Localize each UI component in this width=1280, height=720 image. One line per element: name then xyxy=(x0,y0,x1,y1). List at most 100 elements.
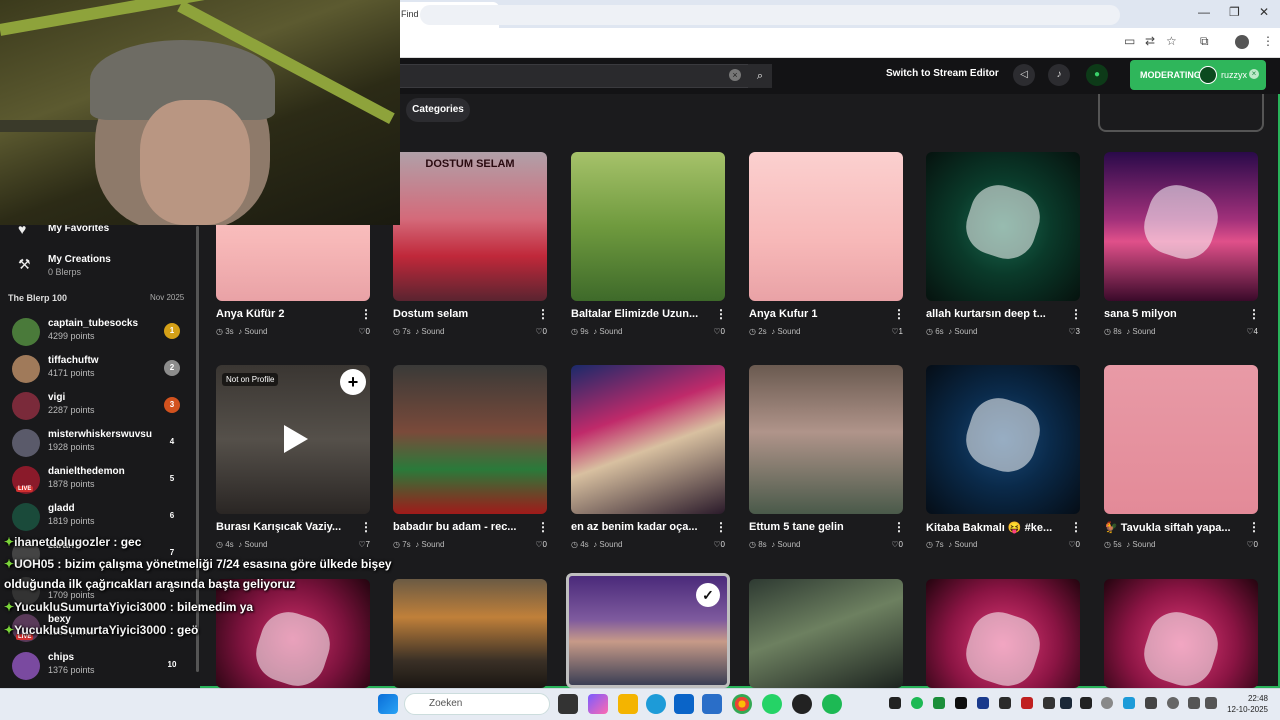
more-options-icon[interactable]: ⋮ xyxy=(360,520,372,534)
card-likes[interactable]: ♡0 xyxy=(881,540,903,549)
tray-icon[interactable] xyxy=(1123,697,1135,709)
obs-icon[interactable] xyxy=(792,694,812,714)
volume-icon[interactable] xyxy=(1205,697,1217,709)
browser-menu-icon[interactable]: ⋮ xyxy=(1262,34,1274,48)
url-field[interactable] xyxy=(420,5,1120,25)
volume-icon[interactable]: ◁ xyxy=(1013,64,1035,86)
tray-steam-icon[interactable] xyxy=(1060,697,1072,709)
outlook-icon[interactable] xyxy=(674,694,694,714)
avatar xyxy=(12,652,40,680)
sidebar-item-creations[interactable]: My Creations xyxy=(48,254,111,265)
card-title[interactable]: en az benim kadar oça... xyxy=(571,521,703,533)
card-title[interactable]: Anya Kufur 1 xyxy=(749,308,881,320)
user-avatar[interactable]: ● xyxy=(1086,64,1108,86)
tray-icon[interactable] xyxy=(1043,697,1055,709)
tray-icon[interactable] xyxy=(977,697,989,709)
leaderboard-row[interactable]: gladd 1819 points 6 xyxy=(12,501,192,535)
card-title[interactable]: Ettum 5 tane gelin xyxy=(749,521,881,533)
card-likes[interactable]: ♡1 xyxy=(881,327,903,336)
taskbar-clock[interactable]: 22:48 12-10-2025 xyxy=(1222,693,1268,715)
card-likes[interactable]: ♡4 xyxy=(1236,327,1258,336)
card-likes[interactable]: ♡7 xyxy=(348,540,370,549)
tray-spotify-icon[interactable] xyxy=(911,697,923,709)
chrome-icon[interactable] xyxy=(732,694,752,714)
card-likes[interactable]: ♡3 xyxy=(1058,327,1080,336)
more-options-icon[interactable]: ⋮ xyxy=(537,307,549,321)
moderating-close-icon[interactable]: × xyxy=(1249,69,1259,79)
search-clear-icon[interactable]: × xyxy=(729,69,741,81)
tray-icon[interactable] xyxy=(1080,697,1092,709)
card-likes[interactable]: ♡0 xyxy=(525,327,547,336)
chat-badge-icon: ✦ xyxy=(4,557,15,571)
microphone-icon[interactable] xyxy=(1167,697,1179,709)
more-options-icon[interactable]: ⋮ xyxy=(360,307,372,321)
card-title[interactable]: Anya Küfür 2 xyxy=(216,308,348,320)
extensions-icon[interactable]: ⧉ xyxy=(1200,34,1209,49)
card-title[interactable]: Baltalar Elimizde Uzun... xyxy=(571,308,703,320)
card-title[interactable]: Burası Karışıcak Vaziy... xyxy=(216,521,348,533)
card-title[interactable]: sana 5 milyon xyxy=(1104,308,1236,320)
window-maximize-button[interactable]: ❐ xyxy=(1229,5,1240,19)
leaderboard-row[interactable]: chips 1376 points 10 xyxy=(12,650,192,684)
card-meta: ◷ 5s ♪ Sound xyxy=(1104,540,1155,549)
whatsapp-icon[interactable] xyxy=(762,694,782,714)
tray-icon[interactable] xyxy=(1101,697,1113,709)
tray-xbox-icon[interactable] xyxy=(933,697,945,709)
card-title[interactable]: allah kurtarsın deep t... xyxy=(926,308,1058,320)
leaderboard-row[interactable]: LIVE danielthedemon 1878 points 5 xyxy=(12,464,192,498)
card-likes[interactable]: ♡0 xyxy=(525,540,547,549)
more-options-icon[interactable]: ⋮ xyxy=(715,307,727,321)
add-button[interactable]: + xyxy=(340,369,366,395)
card-title[interactable]: Dostum selam xyxy=(393,308,525,320)
bookmark-star-icon[interactable]: ☆ xyxy=(1166,34,1177,48)
profile-avatar[interactable] xyxy=(1235,35,1249,49)
tray-icon[interactable] xyxy=(999,697,1011,709)
leaderboard-row[interactable]: tiffachuftw 4171 points 2 xyxy=(12,353,192,387)
taskbar-search[interactable]: Zoeken xyxy=(404,693,550,715)
more-options-icon[interactable]: ⋮ xyxy=(893,520,905,534)
copilot-icon[interactable] xyxy=(588,694,608,714)
file-explorer-icon[interactable] xyxy=(618,694,638,714)
leaderboard-row[interactable]: misterwhiskerswuvsu 1928 points 4 xyxy=(12,427,192,461)
more-options-icon[interactable]: ⋮ xyxy=(893,307,905,321)
more-options-icon[interactable]: ⋮ xyxy=(1070,520,1082,534)
search-icon[interactable]: ⌕ xyxy=(748,64,772,88)
install-app-icon[interactable]: ▭ xyxy=(1124,34,1135,48)
check-icon[interactable]: ✓ xyxy=(696,583,720,607)
window-close-button[interactable]: ✕ xyxy=(1259,5,1269,19)
card-duration: 2s xyxy=(758,327,767,336)
translate-icon[interactable]: ⇄ xyxy=(1145,34,1155,48)
more-options-icon[interactable]: ⋮ xyxy=(1070,307,1082,321)
spotify-icon[interactable] xyxy=(822,694,842,714)
card-likes[interactable]: ♡0 xyxy=(348,327,370,336)
card-likes[interactable]: ♡0 xyxy=(703,327,725,336)
tray-icon[interactable] xyxy=(889,697,901,709)
leaderboard-row[interactable]: vigi 2287 points 3 xyxy=(12,390,192,424)
more-options-icon[interactable]: ⋮ xyxy=(537,520,549,534)
card-title[interactable]: babadır bu adam - rec... xyxy=(393,521,525,533)
bell-icon[interactable]: ♪ xyxy=(1048,64,1070,86)
card-likes[interactable]: ♡0 xyxy=(703,540,725,549)
tray-icon[interactable] xyxy=(955,697,967,709)
task-view-icon[interactable] xyxy=(558,694,578,714)
more-options-icon[interactable]: ⋮ xyxy=(1248,307,1260,321)
categories-button[interactable]: Categories xyxy=(406,98,470,122)
switch-stream-editor-button[interactable]: Switch to Stream Editor xyxy=(886,68,999,79)
play-icon[interactable] xyxy=(284,425,308,453)
start-icon[interactable] xyxy=(378,694,398,714)
window-minimize-button[interactable]: — xyxy=(1198,5,1210,19)
tray-icon[interactable] xyxy=(1145,697,1157,709)
card-title[interactable]: 🐓 Tavukla siftah yapa... xyxy=(1104,521,1236,534)
card-thumbnail xyxy=(571,152,725,301)
more-options-icon[interactable]: ⋮ xyxy=(715,520,727,534)
card-title[interactable]: Kitaba Bakmalı 😝 #ke... xyxy=(926,521,1058,534)
card-likes[interactable]: ♡0 xyxy=(1236,540,1258,549)
card-likes[interactable]: ♡0 xyxy=(1058,540,1080,549)
more-options-icon[interactable]: ⋮ xyxy=(1248,520,1260,534)
edge-icon[interactable] xyxy=(646,694,666,714)
tray-icon[interactable] xyxy=(1021,697,1033,709)
store-icon[interactable] xyxy=(702,694,722,714)
wifi-icon[interactable] xyxy=(1188,697,1200,709)
search-input[interactable] xyxy=(396,64,772,88)
leaderboard-row[interactable]: captain_tubesocks 4299 points 1 xyxy=(12,316,192,350)
